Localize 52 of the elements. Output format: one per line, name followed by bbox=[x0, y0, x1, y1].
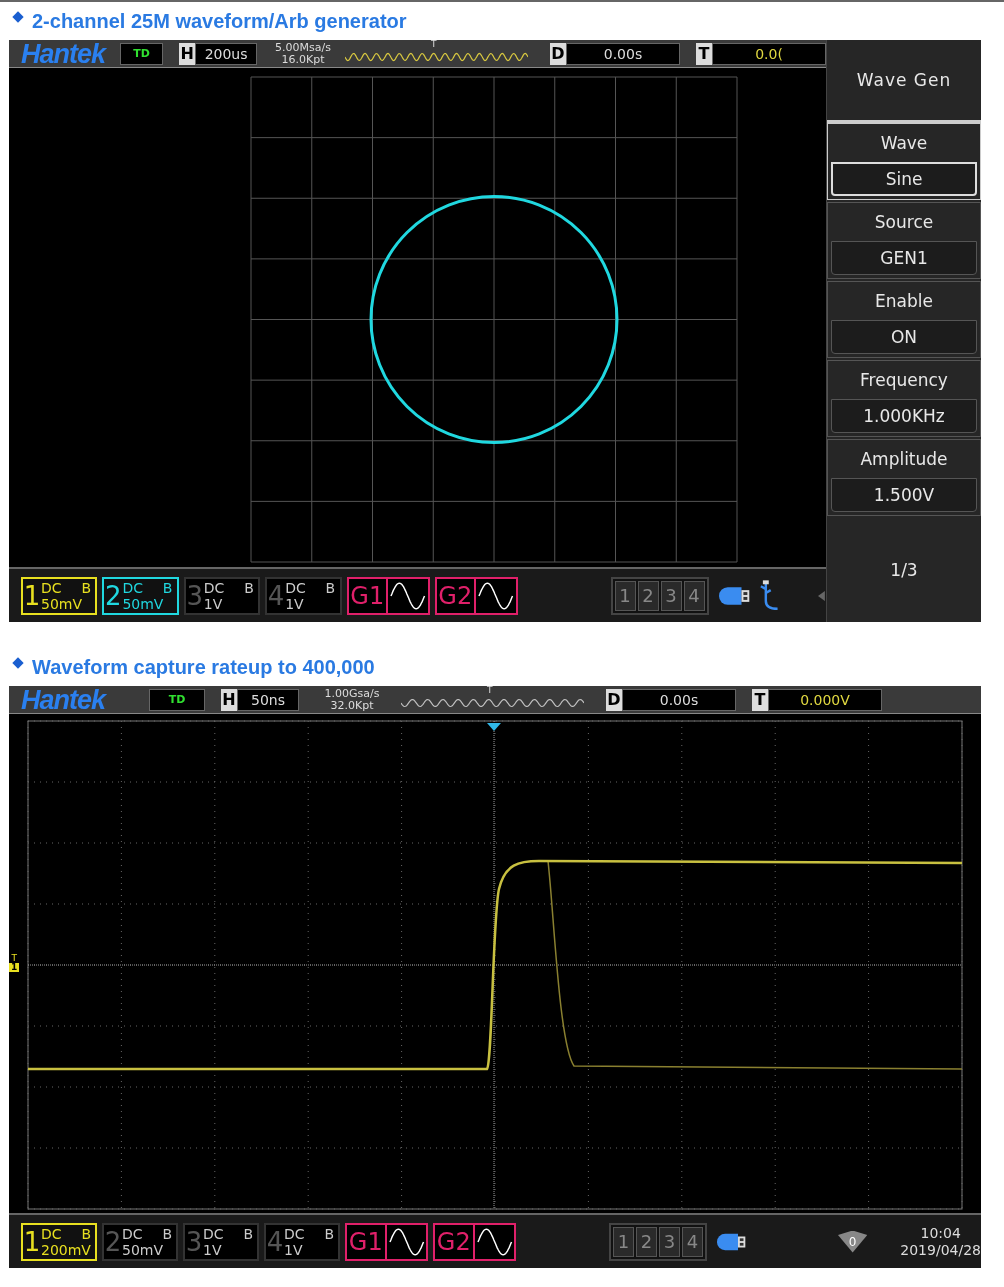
delay-label: D bbox=[550, 42, 566, 65]
network-badge: 0 bbox=[838, 1230, 868, 1253]
generator-indicator[interactable]: G2 bbox=[433, 1222, 516, 1261]
channel-key[interactable]: 2 bbox=[636, 1226, 657, 1257]
clock-time: 10:04 bbox=[920, 1224, 961, 1242]
menu-item[interactable]: Enable ON bbox=[827, 281, 981, 358]
delay-value: 0.00s bbox=[622, 688, 736, 711]
channel-key[interactable]: 4 bbox=[682, 1226, 703, 1257]
menu-page-indicator: 1/3 bbox=[889, 559, 919, 582]
sample-rate: 1.00Gsa/s bbox=[324, 687, 380, 700]
trigger-label: T bbox=[752, 688, 768, 711]
collapse-arrow-icon[interactable] bbox=[818, 590, 826, 601]
delay-label: D bbox=[606, 688, 622, 711]
menu-item[interactable]: Frequency 1.000KHz bbox=[827, 360, 981, 437]
menu-item[interactable]: Amplitude 1.500V bbox=[827, 439, 981, 516]
channel-key[interactable]: 1 bbox=[613, 1226, 634, 1257]
menu-value: 1.500V bbox=[831, 478, 977, 512]
channel-key[interactable]: 3 bbox=[659, 1226, 680, 1257]
channel-key[interactable]: 4 bbox=[683, 580, 705, 611]
section-heading: 2-channel 25M waveform/Arb generator bbox=[32, 9, 407, 33]
menu-value: Sine bbox=[831, 162, 977, 196]
mode-indicator: TD bbox=[149, 688, 205, 711]
menu-item[interactable]: Source GEN1 bbox=[827, 202, 981, 279]
trigger-position-marker: T bbox=[431, 40, 437, 49]
trigger-level-value: 0.000V bbox=[768, 688, 882, 711]
generator-indicator[interactable]: G1 bbox=[345, 1222, 428, 1261]
memory-depth: 16.0Kpt bbox=[281, 53, 325, 66]
timebase-value: 50ns bbox=[237, 688, 299, 711]
trigger-position-marker: T bbox=[487, 686, 493, 695]
menu-value: ON bbox=[831, 320, 977, 354]
generator-indicator[interactable]: G1 bbox=[346, 576, 430, 615]
generator-indicator[interactable]: G2 bbox=[434, 576, 518, 615]
channel-key[interactable]: 2 bbox=[637, 580, 659, 611]
delay-value: 0.00s bbox=[566, 42, 680, 65]
timebase-value: 200us bbox=[195, 42, 258, 65]
channel-key[interactable]: 1 bbox=[614, 580, 636, 611]
trigger-level-value: 0.0( bbox=[712, 42, 826, 65]
clock-date: 2019/04/28 bbox=[900, 1241, 981, 1259]
mode-indicator: TD bbox=[119, 42, 164, 65]
menu-item[interactable]: Wave Sine bbox=[827, 123, 981, 200]
menu-title: Wave Gen bbox=[827, 40, 981, 123]
sample-rate: 5.00Msa/s bbox=[275, 41, 331, 54]
channel-key[interactable]: 3 bbox=[660, 580, 682, 611]
horizontal-label: H bbox=[221, 688, 237, 711]
section-heading: Waveform capture rateup to 400,000 bbox=[32, 655, 375, 679]
memory-depth: 32.0Kpt bbox=[330, 699, 374, 712]
brand-logo: Hantek bbox=[21, 686, 108, 713]
horizontal-label: H bbox=[179, 42, 196, 65]
menu-value: 1.000KHz bbox=[831, 399, 977, 433]
menu-value: GEN1 bbox=[831, 241, 977, 275]
brand-logo: Hantek bbox=[21, 40, 108, 67]
trigger-label: T bbox=[696, 42, 712, 65]
